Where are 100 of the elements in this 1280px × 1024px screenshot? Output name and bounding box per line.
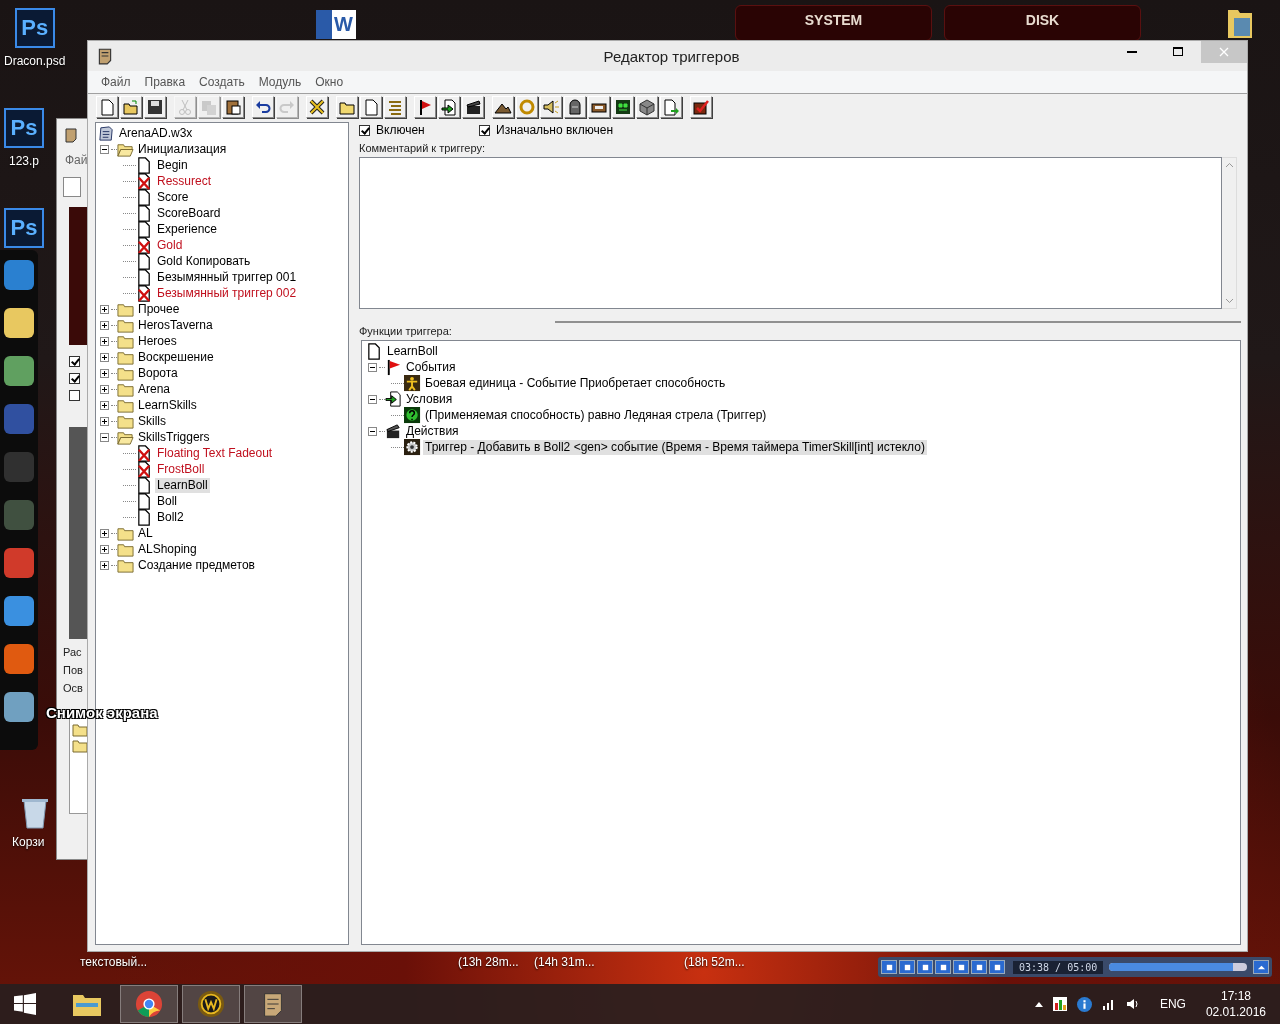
tree-item[interactable]: Действия [404, 423, 461, 439]
tree-item[interactable]: Условия [404, 391, 455, 407]
fast-forward-button[interactable] [953, 960, 969, 974]
tree-item[interactable]: LearnBoll [385, 343, 440, 359]
expand-icon[interactable] [100, 320, 109, 330]
checkbox[interactable] [69, 373, 80, 384]
tree-item[interactable]: Begin [155, 157, 190, 173]
photoshop-file-icon[interactable]: Ps [4, 208, 44, 248]
expand-icon[interactable] [100, 304, 109, 314]
clapperboard-button[interactable] [462, 96, 484, 118]
windows-logo-icon[interactable] [14, 993, 36, 1015]
expand-icon[interactable] [100, 368, 109, 378]
speaker-button[interactable] [540, 96, 562, 118]
expand-button[interactable] [1253, 960, 1269, 974]
expand-icon[interactable] [100, 352, 109, 362]
signal-icon[interactable] [1101, 997, 1116, 1011]
document-button[interactable] [360, 96, 382, 118]
pause-button[interactable] [899, 960, 915, 974]
tree-item[interactable]: (Применяемая способность) равно Ледяная стрела (Триггер) [423, 407, 769, 423]
stop-button[interactable] [917, 960, 933, 974]
open-folder-button[interactable] [120, 96, 142, 118]
collapse-icon[interactable] [368, 394, 377, 404]
photoshop-file-icon[interactable]: Ps [14, 8, 55, 48]
paste-button[interactable] [222, 96, 244, 118]
tree-item[interactable]: Инициализация [136, 141, 229, 157]
tree-item[interactable]: HerosTaverna [136, 317, 215, 333]
tree-item[interactable]: SkillsTriggers [136, 429, 212, 445]
comment-field[interactable] [359, 157, 1222, 309]
tree-item[interactable]: ALShoping [136, 541, 199, 557]
tree-item[interactable]: Безымянный триггер 001 [155, 269, 299, 285]
undo-button[interactable] [252, 96, 274, 118]
tree-item[interactable]: Gold Копировать [155, 253, 253, 269]
tree-item[interactable]: Heroes [136, 333, 179, 349]
flag-button[interactable] [414, 96, 436, 118]
clock-date[interactable]: 02.01.2016 [1205, 1004, 1266, 1020]
tree-item[interactable]: Skills [136, 413, 168, 429]
tree-item[interactable]: События [404, 359, 458, 375]
expand-icon[interactable] [100, 384, 109, 394]
collapse-icon[interactable] [368, 426, 377, 436]
tree-item[interactable]: Прочее [136, 301, 182, 317]
menu-item[interactable]: Модуль [251, 75, 309, 89]
info-icon[interactable] [1076, 996, 1092, 1012]
new-file-button[interactable] [63, 177, 81, 197]
checkbox[interactable] [69, 356, 80, 367]
tree-item[interactable]: Ворота [136, 365, 180, 381]
bar-chart-icon[interactable] [1052, 997, 1067, 1011]
tree-item[interactable]: Boll2 [155, 509, 186, 525]
list-button[interactable] [384, 96, 406, 118]
monster-button[interactable] [612, 96, 634, 118]
word-document-icon[interactable]: W [316, 10, 356, 39]
expand-icon[interactable] [100, 544, 109, 554]
play-button[interactable] [881, 960, 897, 974]
tree-item[interactable]: Триггер - Добавить в Boll2 <gen> событие (Время - Время таймера TimerSkill[int] истекло) [423, 439, 927, 455]
menu-item[interactable]: Создать [192, 75, 252, 89]
clock-time[interactable]: 17:18 [1220, 988, 1251, 1004]
tree-item[interactable]: AL [136, 525, 155, 541]
repeat-button[interactable] [971, 960, 987, 974]
expand-icon[interactable] [100, 416, 109, 426]
delete-button[interactable] [306, 96, 328, 118]
expand-icon[interactable] [100, 336, 109, 346]
checkbox[interactable] [69, 390, 80, 401]
cube-button[interactable] [636, 96, 658, 118]
tree-item[interactable]: LearnBoll [155, 477, 210, 493]
collapse-icon[interactable] [368, 362, 377, 372]
photoshop-file-icon[interactable]: Ps [4, 108, 44, 148]
tree-item[interactable]: ScoreBoard [155, 205, 223, 221]
taskbar-app[interactable] [120, 985, 178, 1023]
tree-item[interactable]: Воскрешение [136, 349, 216, 365]
checkbox[interactable] [479, 124, 490, 136]
tree-item[interactable]: Arena [136, 381, 173, 397]
save-button[interactable] [144, 96, 166, 118]
helmet-button[interactable] [564, 96, 586, 118]
taskbar-app[interactable] [244, 985, 302, 1023]
tree-item[interactable]: Experience [155, 221, 220, 237]
menu-item[interactable]: Правка [137, 75, 193, 89]
speaker-icon[interactable] [1125, 997, 1140, 1011]
equalizer-button[interactable] [989, 960, 1005, 974]
tree-item[interactable]: LearnSkills [136, 397, 199, 413]
taskbar-app[interactable] [182, 985, 240, 1023]
menu-item[interactable]: Окно [308, 75, 351, 89]
expand-icon[interactable] [100, 400, 109, 410]
expand-icon[interactable] [100, 528, 109, 538]
caret-up-icon[interactable] [1034, 1001, 1043, 1007]
widget-tab[interactable]: SYSTEM [735, 5, 932, 41]
rewind-button[interactable] [935, 960, 951, 974]
menu-item[interactable]: Файл [94, 75, 138, 89]
widget-tab[interactable]: DISK [944, 5, 1141, 41]
tree-item[interactable]: Боевая единица - Событие Приобретает способность [423, 375, 728, 391]
expand-icon[interactable] [100, 560, 109, 570]
arrow-document-button[interactable] [438, 96, 460, 118]
import-button[interactable] [660, 96, 682, 118]
checkbox[interactable] [359, 124, 370, 136]
tree-item[interactable]: Score [155, 189, 191, 205]
collapse-icon[interactable] [100, 144, 109, 154]
terrain-button[interactable] [492, 96, 514, 118]
collapse-icon[interactable] [100, 432, 109, 442]
tree-item[interactable]: ArenaAD.w3x [117, 125, 195, 141]
language-indicator[interactable]: ENG [1159, 997, 1186, 1011]
tree-item[interactable]: Создание предметов [136, 557, 257, 573]
menu-item[interactable]: Фай [65, 153, 88, 167]
